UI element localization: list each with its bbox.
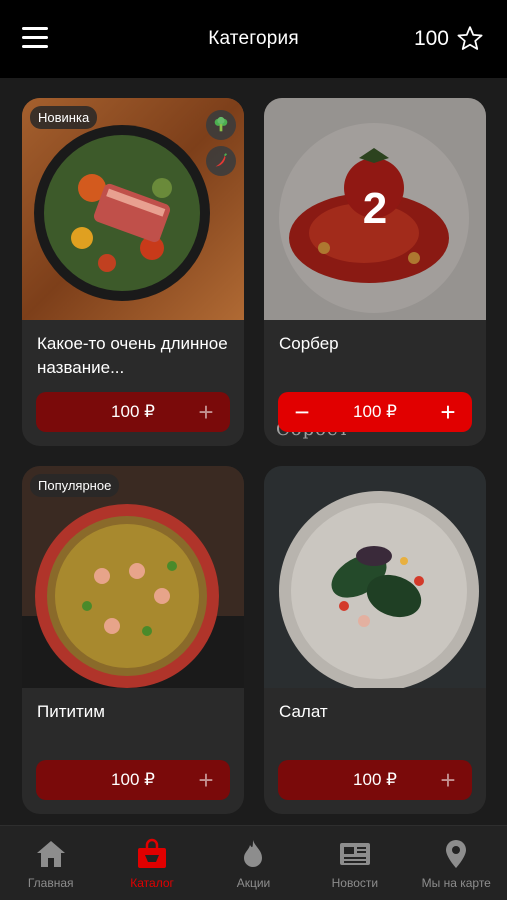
product-name: Какое-то очень длинное название... — [37, 334, 228, 377]
product-price: 100 ₽ — [353, 402, 397, 421]
add-to-cart-button[interactable]: 100 ₽ + — [36, 760, 230, 800]
tab-promotions[interactable]: Акции — [203, 838, 303, 890]
product-card[interactable]: 2 Сорбет Сорбер − 100 ₽ + — [264, 98, 486, 446]
add-to-cart-button[interactable]: 100 ₽ + — [278, 760, 472, 800]
minus-icon[interactable]: − — [282, 392, 322, 432]
tab-news[interactable]: Новости — [305, 838, 405, 890]
product-name: Пититим — [37, 702, 105, 721]
shopping-bag-icon — [138, 838, 167, 868]
chili-pepper-icon — [206, 146, 236, 176]
map-pin-icon — [446, 840, 467, 868]
points-value: 100 — [413, 27, 449, 50]
tab-home[interactable]: Главная — [1, 838, 101, 890]
plus-icon[interactable]: + — [428, 392, 468, 432]
tab-map[interactable]: Мы на карте — [406, 838, 506, 890]
product-photo — [22, 466, 244, 688]
product-price: 100 ₽ — [111, 770, 155, 789]
tab-label: Главная — [27, 876, 74, 890]
tab-label: Акции — [236, 876, 271, 890]
bottom-tab-bar: Главная Каталог Акции Новости Мы на карт… — [0, 825, 507, 900]
product-card[interactable]: Салат 100 ₽ + — [264, 466, 486, 814]
plus-icon: + — [198, 397, 214, 427]
menu-icon[interactable] — [22, 27, 48, 49]
product-price: 100 ₽ — [353, 770, 397, 789]
tab-label: Мы на карте — [421, 876, 491, 890]
page-title: Категория — [208, 28, 299, 49]
star-icon — [457, 26, 483, 50]
tab-label: Каталог — [130, 876, 174, 890]
quantity-stepper[interactable]: − 100 ₽ + — [278, 392, 472, 432]
popular-badge: Популярное — [30, 474, 120, 497]
product-name: Салат — [279, 702, 328, 721]
flame-icon — [244, 840, 263, 867]
tab-catalog[interactable]: Каталог — [102, 838, 202, 890]
product-card[interactable]: Новинка Какое-то очень длинное название.… — [22, 98, 244, 446]
plus-icon: + — [440, 765, 456, 795]
broccoli-icon — [206, 110, 236, 140]
app-header: Категория 100 — [0, 0, 507, 78]
new-badge: Новинка — [30, 106, 98, 129]
product-card[interactable]: Популярное Пититим 100 ₽ + — [22, 466, 244, 814]
add-to-cart-button[interactable]: 100 ₽ + — [36, 392, 230, 432]
home-icon — [36, 841, 65, 867]
newspaper-icon — [339, 843, 370, 865]
product-photo — [264, 466, 486, 688]
points-counter[interactable]: 100 — [414, 24, 485, 54]
plus-icon: + — [198, 765, 214, 795]
product-name: Сорбер — [279, 334, 339, 353]
tab-label: Новости — [331, 876, 379, 890]
product-price: 100 ₽ — [111, 402, 155, 421]
cart-quantity: 2 — [264, 98, 486, 320]
